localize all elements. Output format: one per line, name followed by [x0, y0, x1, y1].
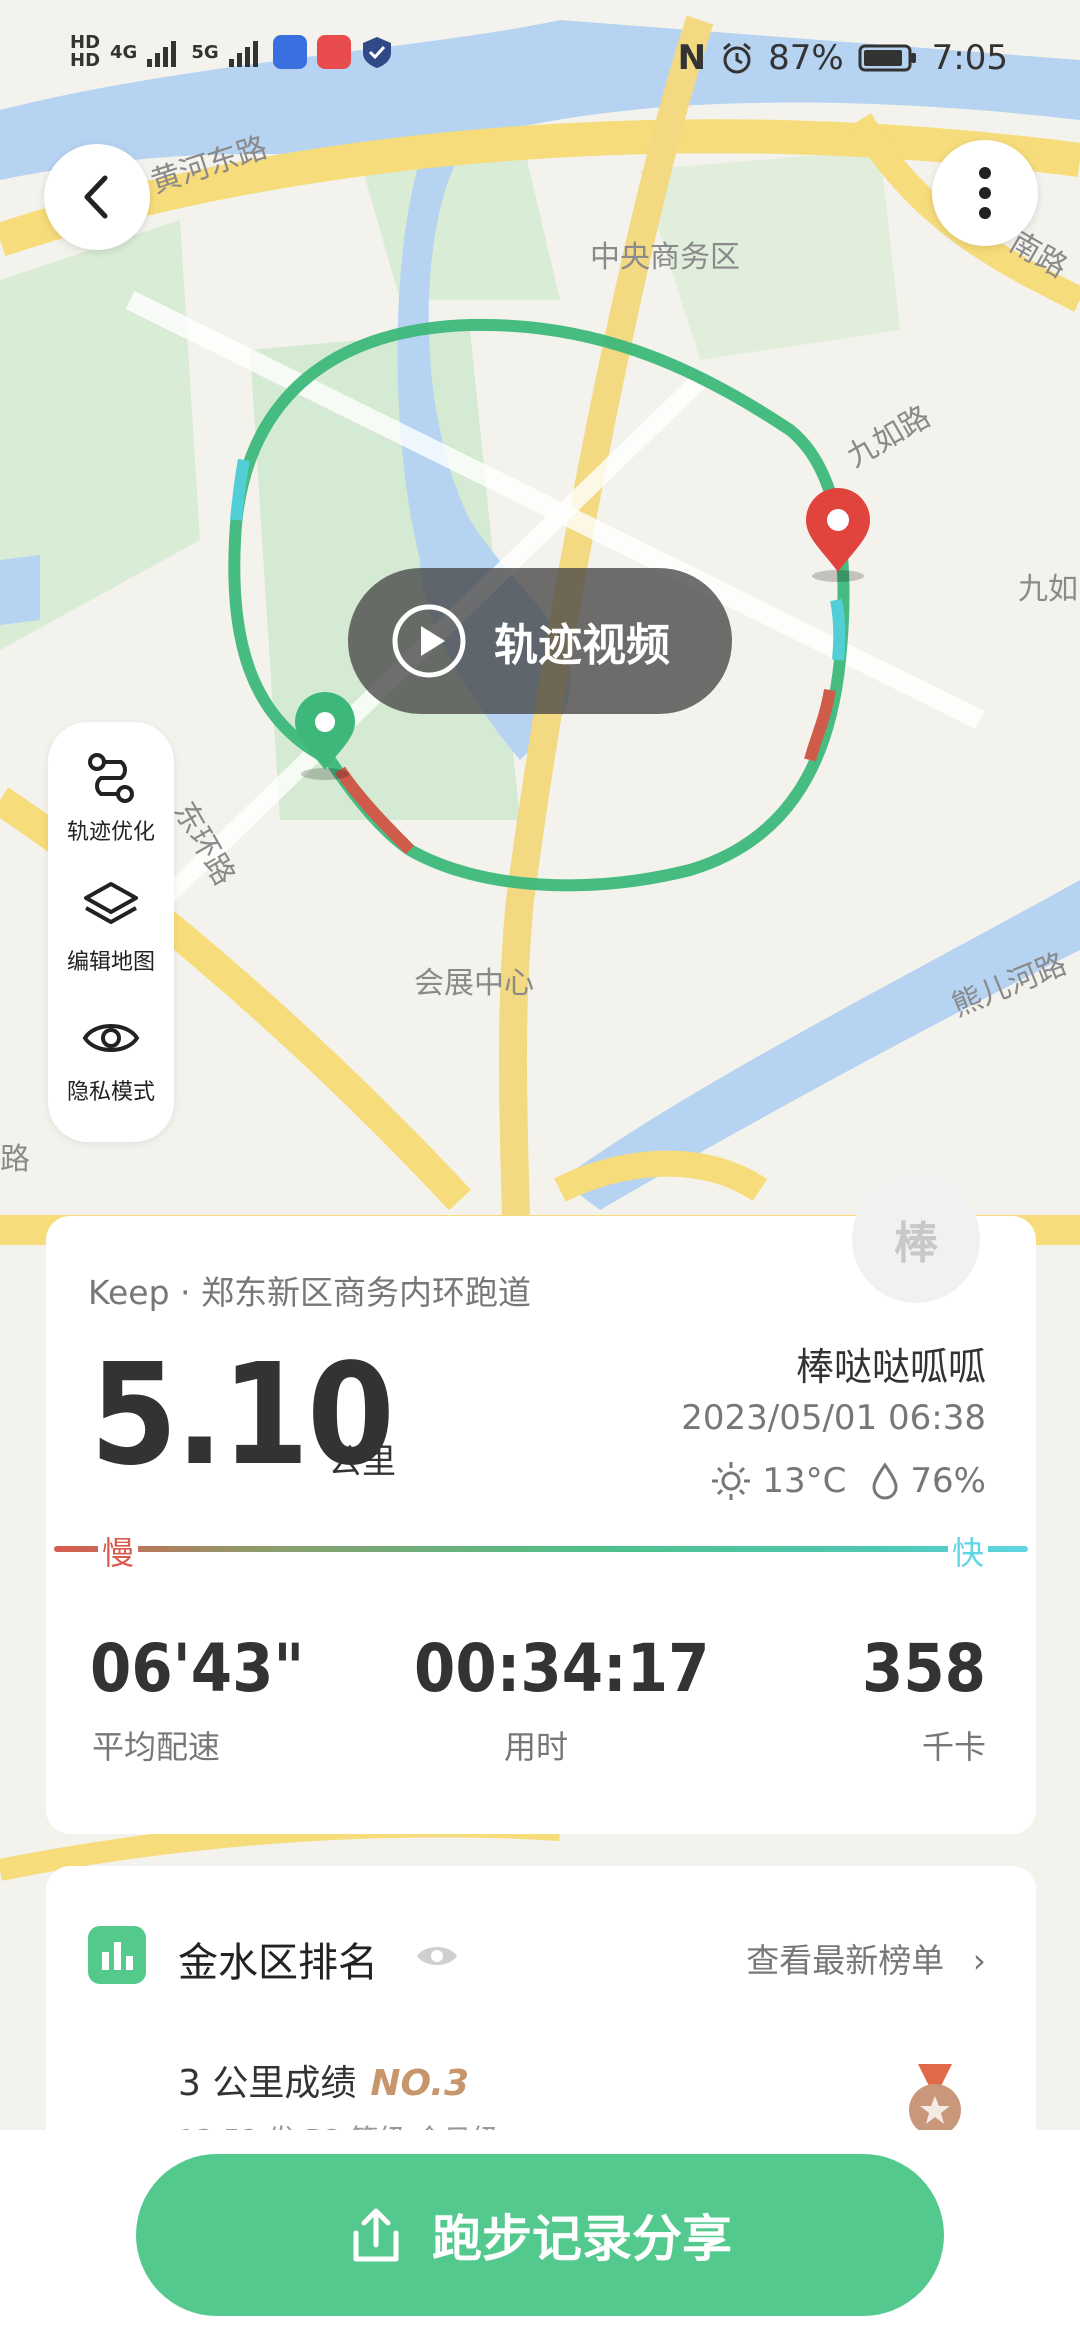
map-label-district: 中央商务区 — [590, 240, 740, 275]
alarm-icon — [723, 42, 752, 74]
back-button[interactable] — [44, 144, 150, 250]
distance-unit: 公里 — [328, 1442, 396, 1482]
more-vertical-icon — [979, 167, 991, 219]
edit-map-button[interactable]: 编辑地图 — [48, 880, 174, 976]
clock: 7:05 — [931, 38, 1008, 78]
humidity-icon — [872, 1462, 898, 1500]
chevron-right-icon: › — [972, 1941, 986, 1980]
temperature: 13°C — [762, 1461, 847, 1501]
battery-icon — [858, 44, 916, 72]
avg-pace-value: 06'43" — [90, 1630, 305, 1707]
route-optimize-button[interactable]: 轨迹优化 — [48, 750, 174, 846]
rank-item-label: 3 公里成绩 — [178, 2063, 357, 2104]
end-pin-icon — [806, 488, 870, 582]
layers-icon — [84, 882, 138, 924]
privacy-mode-button[interactable]: 隐私模式 — [48, 1010, 174, 1106]
rank-item[interactable]: 3 公里成绩 NO.3 — [178, 2054, 469, 2106]
slow-label: 慢 — [98, 1528, 139, 1574]
play-icon — [392, 604, 466, 678]
hd-indicator: HD — [70, 50, 101, 71]
share-icon — [353, 2208, 399, 2262]
humidity: 76% — [910, 1461, 986, 1501]
track-video-label: 轨迹视频 — [494, 620, 670, 671]
app-notification-icon — [272, 35, 307, 69]
track-video-button[interactable]: 轨迹视频 — [348, 568, 732, 714]
rank-item-number: NO.3 — [370, 2063, 470, 2104]
app-notification-icon — [316, 35, 351, 69]
more-button[interactable] — [932, 140, 1038, 246]
map-label-road: 九如 — [1018, 572, 1078, 607]
map-label-center: 会展中心 — [414, 966, 534, 1001]
fast-label: 快 — [948, 1528, 989, 1574]
view-leaderboard-link[interactable]: 查看最新榜单 › — [746, 1934, 986, 1982]
signal-icon — [228, 41, 258, 67]
shield-icon — [362, 37, 391, 68]
duration-label: 用时 — [504, 1728, 569, 1766]
achievement-badge[interactable]: 棒 — [852, 1175, 980, 1303]
map-toolbar: 轨迹优化 编辑地图 隐私模式 — [48, 722, 174, 1142]
avg-pace-label: 平均配速 — [92, 1728, 221, 1766]
battery-percent: 87% — [768, 38, 844, 78]
username: 棒哒哒呱呱 — [795, 1345, 986, 1389]
share-run-label: 跑步记录分享 — [432, 2210, 732, 2268]
weather-info: 13°C 76% — [710, 1460, 986, 1502]
run-datetime: 2023/05/01 06:38 — [681, 1398, 986, 1438]
route-name: Keep · 郑东新区商务内环跑道 — [88, 1273, 532, 1312]
ranking-title: 金水区排名 — [178, 1940, 378, 1986]
status-bar: HD HD 4G 5G N 87% 7:05 — [0, 0, 1080, 120]
sun-icon — [712, 1462, 751, 1500]
nfc-icon: N — [677, 38, 707, 78]
map-label-road: 路 — [0, 1142, 30, 1177]
tool-label: 轨迹优化 — [66, 820, 155, 845]
duration-value: 00:34:17 — [414, 1630, 710, 1707]
start-pin-icon — [295, 692, 355, 780]
calories-value: 358 — [862, 1630, 986, 1707]
eye-icon[interactable] — [414, 1938, 460, 1974]
tool-label: 编辑地图 — [66, 950, 155, 975]
route-optimize-icon — [88, 753, 134, 803]
pace-gradient-bar — [54, 1546, 1028, 1552]
share-run-button[interactable]: 跑步记录分享 — [136, 2154, 944, 2316]
tool-label: 隐私模式 — [66, 1080, 155, 1105]
medal-icon — [909, 2064, 961, 2136]
ranking-chart-icon — [88, 1926, 146, 1984]
signal-label: 5G — [191, 41, 219, 63]
view-leaderboard-label: 查看最新榜单 — [746, 1941, 945, 1980]
signal-icon — [147, 41, 177, 67]
eye-icon — [82, 1024, 140, 1052]
calories-label: 千卡 — [921, 1728, 986, 1766]
signal-label: 4G — [110, 41, 138, 63]
chevron-left-icon — [84, 175, 108, 219]
